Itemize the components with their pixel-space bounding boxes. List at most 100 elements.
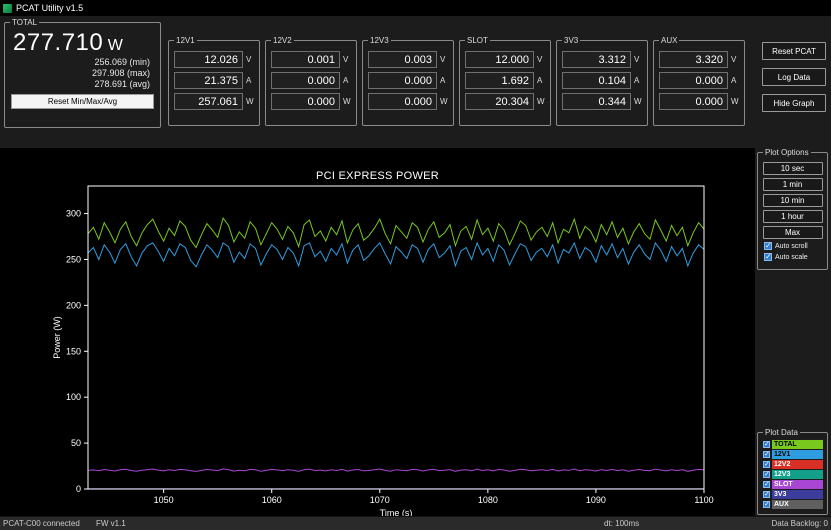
power-unit: W bbox=[634, 97, 642, 106]
channel-label: 3V3 bbox=[564, 36, 579, 45]
channel-group-aux: AUX 3.320 V 0.000 A 0.000 W bbox=[653, 36, 745, 126]
chart-area: 0 50 100 150 200 250 300 1050 1060 1070 1080 1090 11… bbox=[0, 148, 755, 516]
voltage-unit: V bbox=[246, 55, 252, 64]
power-chart: 0 50 100 150 200 250 300 1050 1060 1070 1080 1090 11… bbox=[52, 185, 714, 516]
y-tick-label: 100 bbox=[66, 392, 81, 402]
current-value: 1.692 bbox=[465, 72, 534, 89]
auto-scale-row[interactable]: Auto scale bbox=[764, 252, 825, 261]
total-max-value: 297.908 (max) bbox=[91, 68, 150, 78]
plot-data-row-3v3[interactable]: 3V3 bbox=[763, 490, 823, 499]
plot-data-row-slot[interactable]: SLOT bbox=[763, 480, 823, 489]
channel-group-slot: SLOT 12.000 V 1.692 A 20.304 W bbox=[459, 36, 551, 126]
channel-label: 12V1 bbox=[176, 36, 195, 45]
power-value: 257.061 bbox=[174, 93, 243, 110]
plot-data-row-total[interactable]: TOTAL bbox=[763, 440, 823, 449]
x-axis-label: Time (s) bbox=[380, 508, 413, 516]
legend-swatch-12v3: 12V3 bbox=[772, 470, 823, 479]
log-data-button[interactable]: Log Data bbox=[762, 68, 826, 86]
plot-data-checkbox-aux[interactable] bbox=[763, 500, 770, 508]
channel-label: 12V3 bbox=[370, 36, 389, 45]
y-tick-label: 50 bbox=[71, 438, 81, 448]
current-value: 0.000 bbox=[271, 72, 340, 89]
plot-sidebar: Plot Options 10 sec 1 min 10 min 1 hour … bbox=[755, 148, 831, 516]
current-value: 0.000 bbox=[368, 72, 437, 89]
plot-range-1min-button[interactable]: 1 min bbox=[762, 178, 823, 191]
firmware-version: FW v1.1 bbox=[96, 519, 126, 528]
channel-group-3v3: 3V3 3.312 V 0.104 A 0.344 W bbox=[556, 36, 648, 126]
hide-graph-button[interactable]: Hide Graph bbox=[762, 94, 826, 112]
power-unit: W bbox=[537, 97, 545, 106]
power-unit: W bbox=[343, 97, 351, 106]
total-power-readout: 277.710 W bbox=[7, 29, 158, 57]
plot-data-group: Plot Data TOTAL 12V1 12V2 12V3 SLOT bbox=[757, 428, 828, 515]
plot-data-row-12v3[interactable]: 12V3 bbox=[763, 470, 823, 479]
voltage-value: 12.000 bbox=[465, 51, 534, 68]
voltage-unit: V bbox=[731, 55, 737, 64]
total-min-value: 256.069 (min) bbox=[94, 57, 150, 67]
data-backlog: Data Backlog: 0 bbox=[771, 519, 828, 528]
auto-scale-label: Auto scale bbox=[775, 253, 808, 261]
plot-data-checkbox-total[interactable] bbox=[763, 440, 770, 448]
series-total-line bbox=[87, 216, 705, 249]
app-icon bbox=[3, 3, 12, 13]
y-axis-label: Power (W) bbox=[52, 316, 62, 359]
plot-data-row-12v2[interactable]: 12V2 bbox=[763, 460, 823, 469]
x-tick-label: 1070 bbox=[370, 495, 390, 505]
power-value: 0.000 bbox=[271, 93, 340, 110]
voltage-value: 12.026 bbox=[174, 51, 243, 68]
legend-swatch-slot: SLOT bbox=[772, 480, 823, 489]
y-tick-label: 200 bbox=[66, 300, 81, 310]
x-tick-label: 1080 bbox=[478, 495, 498, 505]
chart-title: PCI EXPRESS POWER bbox=[315, 170, 440, 182]
plot-border bbox=[87, 185, 705, 490]
readout-panel: TOTAL 277.710 W 256.069 (min) 297.908 (m… bbox=[0, 16, 831, 148]
plot-data-checkbox-12v3[interactable] bbox=[763, 470, 770, 478]
auto-scroll-row[interactable]: Auto scroll bbox=[764, 241, 825, 250]
voltage-unit: V bbox=[537, 55, 543, 64]
auto-scale-checkbox[interactable] bbox=[764, 252, 772, 261]
plot-data-checkbox-12v2[interactable] bbox=[763, 460, 770, 468]
plot-range-1hour-button[interactable]: 1 hour bbox=[762, 210, 823, 223]
reset-pcat-button[interactable]: Reset PCAT bbox=[762, 42, 826, 60]
plot-range-10min-button[interactable]: 10 min bbox=[762, 194, 823, 207]
sample-interval: dt: 100ms bbox=[604, 519, 640, 528]
device-connected-text: PCAT-C00 connected bbox=[3, 519, 80, 528]
total-power-value: 277.710 bbox=[13, 29, 104, 56]
plot-range-max-button[interactable]: Max bbox=[762, 226, 823, 239]
power-value: 0.000 bbox=[368, 93, 437, 110]
voltage-value: 0.003 bbox=[368, 51, 437, 68]
voltage-value: 3.312 bbox=[562, 51, 631, 68]
channel-group-12v1: 12V1 12.026 V 21.375 A 257.061 W bbox=[168, 36, 260, 126]
plot-range-10sec-button[interactable]: 10 sec bbox=[762, 162, 823, 175]
reset-min-max-avg-button[interactable]: Reset Min/Max/Avg bbox=[11, 94, 154, 109]
x-tick-label: 1100 bbox=[694, 495, 713, 505]
y-tick-label: 0 bbox=[76, 484, 81, 494]
channel-label: AUX bbox=[661, 36, 678, 45]
pcat-window: PCAT Utility v1.5 TOTAL 277.710 W 256.06… bbox=[0, 0, 831, 530]
power-unit: W bbox=[731, 97, 739, 106]
plot-data-checkbox-3v3[interactable] bbox=[763, 490, 770, 498]
voltage-unit: V bbox=[440, 55, 446, 64]
plot-data-checkbox-12v1[interactable] bbox=[763, 450, 770, 458]
plot-data-row-aux[interactable]: AUX bbox=[763, 500, 823, 509]
y-tick-label: 150 bbox=[66, 346, 81, 356]
plot-options-label: Plot Options bbox=[765, 148, 809, 157]
total-group: TOTAL 277.710 W 256.069 (min) 297.908 (m… bbox=[4, 18, 161, 128]
power-unit: W bbox=[246, 97, 254, 106]
x-tick-label: 1090 bbox=[586, 495, 606, 505]
auto-scroll-checkbox[interactable] bbox=[764, 241, 772, 250]
total-group-label: TOTAL bbox=[12, 18, 38, 27]
device-status: PCAT-C00 connected FW v1.1 bbox=[3, 519, 126, 528]
current-value: 0.000 bbox=[659, 72, 728, 89]
plot-data-row-12v1[interactable]: 12V1 bbox=[763, 450, 823, 459]
plot-options-group: Plot Options 10 sec 1 min 10 min 1 hour … bbox=[757, 148, 828, 270]
x-tick-label: 1050 bbox=[154, 495, 174, 505]
current-unit: A bbox=[731, 76, 737, 85]
current-value: 21.375 bbox=[174, 72, 243, 89]
plot-data-checkbox-slot[interactable] bbox=[763, 480, 770, 488]
current-unit: A bbox=[440, 76, 446, 85]
current-unit: A bbox=[343, 76, 349, 85]
series-slot-line bbox=[87, 468, 705, 472]
channel-group-12v2: 12V2 0.001 V 0.000 A 0.000 W bbox=[265, 36, 357, 126]
power-value: 0.344 bbox=[562, 93, 631, 110]
